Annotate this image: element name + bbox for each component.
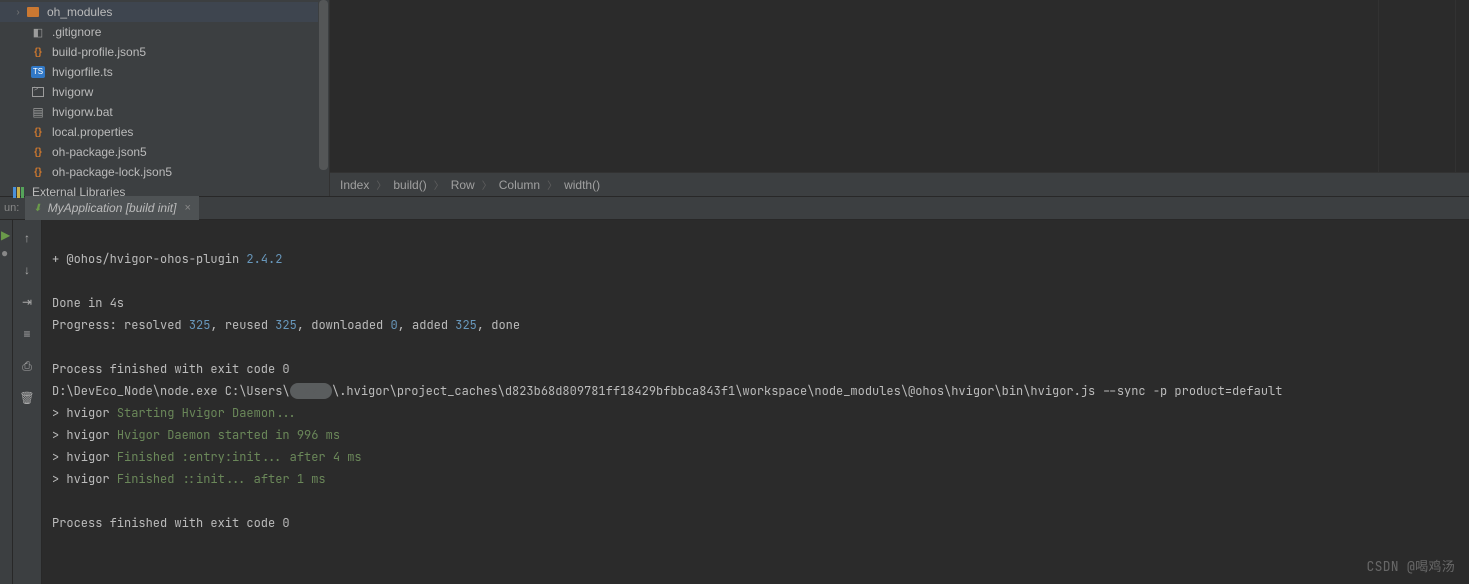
chevron-right-icon: 〉 [547, 177, 557, 192]
json-icon: {} [30, 45, 46, 59]
tree-label: hvigorw [52, 85, 93, 99]
json-icon: {} [30, 125, 46, 139]
ts-icon: TS [30, 65, 46, 79]
play-icon[interactable]: ▶ [1, 228, 11, 238]
run-tab-label: MyApplication [build init] [48, 201, 177, 215]
scrollbar-thumb[interactable] [319, 0, 328, 170]
console-line: Progress: resolved 325, reused 325, down… [52, 317, 520, 333]
breadcrumb-item[interactable]: build() [393, 178, 426, 192]
file-icon: ▤ [30, 105, 46, 119]
library-icon [10, 185, 26, 199]
tree-label: local.properties [52, 125, 133, 139]
console-line: D:\DevEco_Node\node.exe C:\Users\xx\.hvi… [52, 383, 1282, 399]
console-line: > hvigor Finished ::init... after 1 ms [52, 471, 326, 487]
console-line: Done in 4s [52, 295, 124, 311]
run-panel-label[interactable]: un: [0, 202, 25, 214]
tree-file-hvigorfile[interactable]: TS hvigorfile.ts [0, 62, 329, 82]
tree-folder-oh-modules[interactable]: › oh_modules [0, 2, 329, 22]
project-sidebar: › oh_modules ◧ .gitignore {} build-profi… [0, 0, 330, 196]
console-line: + @ohos/hvigor-ohos-plugin 2.4.2 [52, 251, 282, 267]
breadcrumb-item[interactable]: Index [340, 178, 369, 192]
close-icon[interactable]: × [184, 202, 190, 214]
project-tree[interactable]: › oh_modules ◧ .gitignore {} build-profi… [0, 0, 329, 202]
chevron-right-icon: 〉 [434, 177, 444, 192]
tree-label: oh-package.json5 [52, 145, 147, 159]
json-icon: {} [30, 145, 46, 159]
tree-label: oh-package-lock.json5 [52, 165, 172, 179]
editor-area: Index 〉 build() 〉 Row 〉 Column 〉 width() [330, 0, 1469, 196]
console-line: > hvigor Finished :entry:init... after 4… [52, 449, 362, 465]
console-line: > hvigor Hvigor Daemon started in 996 ms [52, 427, 340, 443]
download-icon: ⬇ [33, 203, 41, 214]
console-line: > hvigor Starting Hvigor Daemon... [52, 405, 297, 421]
run-tab[interactable]: ⬇ MyApplication [build init] × [25, 196, 199, 220]
tree-file-oh-package-lock[interactable]: {} oh-package-lock.json5 [0, 162, 329, 182]
console-output[interactable]: + @ohos/hvigor-ohos-plugin 2.4.2 Done in… [42, 220, 1469, 584]
wrap-icon[interactable]: ⇥ [19, 294, 35, 310]
print-icon[interactable]: ⎙ [19, 358, 35, 374]
breadcrumb-item[interactable]: Row [451, 178, 475, 192]
watermark: CSDN @喝鸡汤 [1367, 556, 1456, 578]
terminal-icon [30, 85, 46, 99]
down-icon[interactable]: ↓ [19, 262, 35, 278]
trash-icon[interactable]: 🗑 [19, 390, 35, 406]
tree-label: .gitignore [52, 25, 101, 39]
tree-label: hvigorfile.ts [52, 65, 113, 79]
console-toolbar: ↑ ↓ ⇥ ≡ ⎙ 🗑 [12, 220, 42, 584]
breadcrumb: Index 〉 build() 〉 Row 〉 Column 〉 width() [330, 172, 1469, 196]
tree-label: oh_modules [47, 5, 112, 19]
tree-file-local-properties[interactable]: {} local.properties [0, 122, 329, 142]
tree-file-gitignore[interactable]: ◧ .gitignore [0, 22, 329, 42]
folder-icon [25, 5, 41, 19]
redacted: xx [290, 383, 332, 399]
breadcrumb-item[interactable]: Column [499, 178, 540, 192]
editor-body[interactable] [330, 0, 1469, 172]
tree-file-oh-package[interactable]: {} oh-package.json5 [0, 142, 329, 162]
tree-file-hvigorw-bat[interactable]: ▤ hvigorw.bat [0, 102, 329, 122]
editor-right-gutter [1455, 0, 1469, 172]
console-line: Process finished with exit code 0 [52, 515, 290, 531]
editor-split-divider[interactable] [1378, 0, 1379, 172]
console-line: Process finished with exit code 0 [52, 361, 290, 377]
chevron-right-icon: 〉 [376, 177, 386, 192]
tree-file-build-profile[interactable]: {} build-profile.json5 [0, 42, 329, 62]
tree-file-hvigorw[interactable]: hvigorw [0, 82, 329, 102]
json-icon: {} [30, 165, 46, 179]
debug-icon[interactable]: ● [1, 246, 11, 256]
sidebar-scrollbar[interactable] [318, 0, 329, 196]
gitignore-icon: ◧ [30, 25, 46, 39]
chevron-right-icon: › [13, 7, 23, 18]
tree-label: hvigorw.bat [52, 105, 113, 119]
chevron-right-icon: 〉 [482, 177, 492, 192]
tree-label: build-profile.json5 [52, 45, 146, 59]
up-icon[interactable]: ↑ [19, 230, 35, 246]
soft-wrap-icon[interactable]: ≡ [19, 326, 35, 342]
left-rail: ▶ ● [0, 220, 12, 584]
breadcrumb-item[interactable]: width() [564, 178, 600, 192]
